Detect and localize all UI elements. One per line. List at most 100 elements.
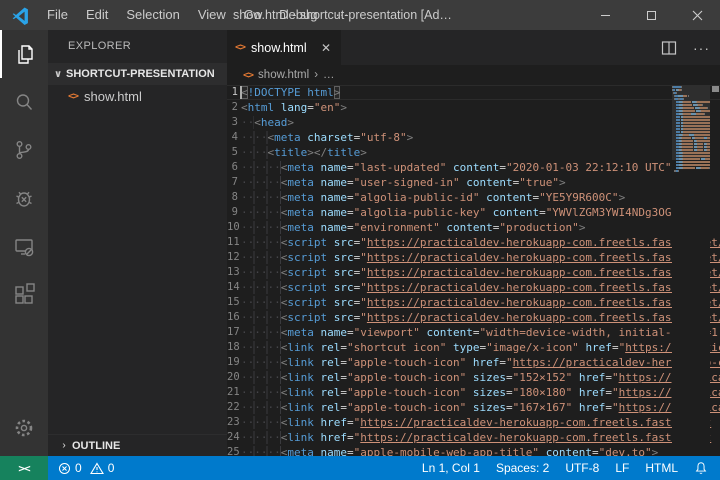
overview-cursor-marker [712,86,719,92]
code-editor[interactable]: 1234567891011121314151617181920212223242… [227,85,720,456]
minimap-line [672,95,710,97]
minimap-line [672,131,710,133]
code-line-12[interactable]: ······<script src="https://practicaldev-… [227,250,720,265]
code-line-25[interactable]: ······<meta name="apple-mobile-web-app-t… [227,445,720,456]
menu-item-file[interactable]: File [38,0,77,30]
files-icon [13,42,37,66]
activitybar-remote-explorer[interactable] [0,222,48,270]
code-line-24[interactable]: ······<link href="https://practicaldev-h… [227,430,720,445]
minimize-button[interactable] [582,0,628,30]
language-mode-indicator[interactable]: HTML [645,461,678,475]
html-file-icon: <> [243,70,253,81]
overview-ruler[interactable] [710,85,720,456]
title-bar: File Edit Selection View Go Debug ··· sh… [0,0,720,30]
code-line-21[interactable]: ······<link rel="apple-touch-icon" sizes… [227,385,720,400]
activity-bar [0,30,48,456]
breadcrumb: <> show.html › … [227,65,720,85]
code-line-22[interactable]: ······<link rel="apple-touch-icon" sizes… [227,400,720,415]
activitybar-explorer[interactable] [0,30,48,78]
menu-item-edit[interactable]: Edit [77,0,117,30]
code-line-20[interactable]: ······<link rel="apple-touch-icon" sizes… [227,370,720,385]
code-line-17[interactable]: ······<meta name="viewport" content="wid… [227,325,720,340]
maximize-button[interactable] [628,0,674,30]
tab-bar: <> show.html ✕ ··· [227,30,720,65]
code-line-6[interactable]: ······<meta name="last-updated" content=… [227,160,720,175]
minimap-line [672,119,710,121]
indentation-indicator[interactable]: Spaces: 2 [496,461,549,475]
code-line-5[interactable]: ····<title></title> [227,145,720,160]
code-line-7[interactable]: ······<meta name="user-signed-in" conten… [227,175,720,190]
tab-label: show.html [251,41,307,55]
close-icon [692,10,703,21]
breadcrumb-file[interactable]: show.html [258,69,309,81]
remote-indicator[interactable]: >< [0,456,48,480]
editor-group: <> show.html ✕ ··· <> show.html › … 1234… [227,30,720,456]
code-content[interactable]: <!DOCTYPE html><html lang="en">··<head>·… [227,85,720,456]
cursor-position-indicator[interactable]: Ln 1, Col 1 [422,461,480,475]
code-line-14[interactable]: ······<script src="https://practicaldev-… [227,280,720,295]
minimap-line [672,92,710,94]
menu-item-selection[interactable]: Selection [117,0,188,30]
activitybar-source-control[interactable] [0,126,48,174]
minimap[interactable] [672,85,710,456]
code-line-3[interactable]: ··<head> [227,115,720,130]
minimap-line [672,170,710,172]
tab-show-html[interactable]: <> show.html ✕ [227,30,341,65]
extensions-icon [12,282,36,306]
problems-indicator[interactable]: 0 0 [58,461,114,475]
debug-icon [12,186,36,210]
maximize-icon [646,10,657,21]
minimap-line [672,140,710,142]
code-line-16[interactable]: ······<script src="https://practicaldev-… [227,310,720,325]
activitybar-search[interactable] [0,78,48,126]
code-line-15[interactable]: ······<script src="https://practicaldev-… [227,295,720,310]
split-editor-icon[interactable] [661,40,677,56]
minimap-line [672,107,710,109]
code-line-19[interactable]: ······<link rel="apple-touch-icon" href=… [227,355,720,370]
folder-section-header[interactable]: ∨ SHORTCUT-PRESENTATION [48,63,227,85]
minimize-icon [600,10,611,21]
activitybar-settings[interactable] [0,404,48,452]
minimap-line [672,116,710,118]
menu-item-view[interactable]: View [189,0,235,30]
sidebar-title: EXPLORER [48,30,227,63]
outline-section-header[interactable]: › OUTLINE [48,434,227,456]
editor-more-actions-icon[interactable]: ··· [693,40,710,56]
code-line-11[interactable]: ······<script src="https://practicaldev-… [227,235,720,250]
breadcrumb-separator-icon: › [314,69,318,81]
eol-indicator[interactable]: LF [615,461,629,475]
code-line-23[interactable]: ······<link href="https://practicaldev-h… [227,415,720,430]
minimap-line [672,86,710,88]
code-line-2[interactable]: <html lang="en"> [227,100,720,115]
activitybar-extensions[interactable] [0,270,48,318]
tab-close-icon[interactable]: ✕ [319,41,333,55]
chevron-right-icon: › [56,440,72,451]
remote-explorer-icon [12,234,36,258]
minimap-line [672,158,710,160]
html-file-icon: <> [235,42,245,53]
remote-icon: >< [18,462,29,475]
error-count: 0 [75,461,82,475]
minimap-line [672,98,710,100]
encoding-indicator[interactable]: UTF-8 [565,461,599,475]
minimap-line [672,113,710,115]
file-item-show-html[interactable]: <> show.html [48,85,227,107]
code-line-9[interactable]: ······<meta name="algolia-public-key" co… [227,205,720,220]
error-icon [58,462,71,475]
minimap-line [672,161,710,163]
close-button[interactable] [674,0,720,30]
window-title: show.html - shortcut-presentation [Ad… [233,0,452,30]
code-line-1[interactable]: <!DOCTYPE html> [227,85,720,100]
minimap-line [672,110,710,112]
notifications-bell-icon[interactable] [694,461,708,475]
breadcrumb-more[interactable]: … [323,69,335,81]
activitybar-debug[interactable] [0,174,48,222]
code-line-8[interactable]: ······<meta name="algolia-public-id" con… [227,190,720,205]
source-control-icon [12,138,36,162]
code-line-13[interactable]: ······<script src="https://practicaldev-… [227,265,720,280]
text-cursor [240,86,242,99]
chevron-down-icon: ∨ [50,69,66,80]
code-line-4[interactable]: ····<meta charset="utf-8"> [227,130,720,145]
code-line-10[interactable]: ······<meta name="environment" content="… [227,220,720,235]
code-line-18[interactable]: ······<link rel="shortcut icon" type="im… [227,340,720,355]
